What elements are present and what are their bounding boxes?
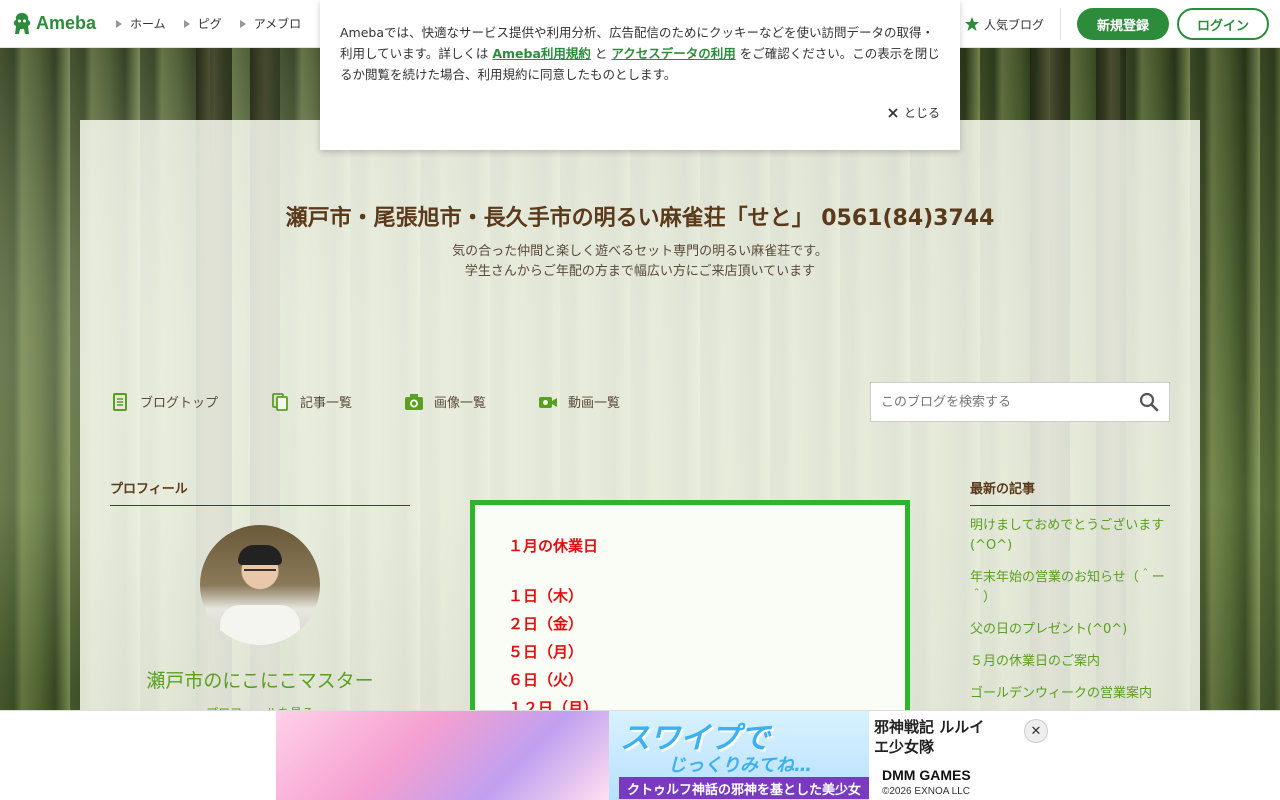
latest-articles-list: 明けましておめでとうございます(^O^) 年末年始の営業のお知らせ（＾ー＾） 父… (970, 516, 1170, 716)
profile-heading: プロフィール (110, 478, 410, 506)
header-actions: 人気ブログ 新規登録 ログイン (964, 0, 1280, 48)
article-list-label: 記事一覧 (300, 396, 353, 411)
latest-article-link[interactable]: 明けましておめでとうございます(^O^) (970, 516, 1170, 556)
nav-ameblo-label: アメブロ (253, 17, 302, 31)
ad-banner[interactable]: スワイプで じっくりみてね… クトゥルフ神話の邪神を基とした美少女 邪神戦記 ル… (276, 711, 1000, 800)
copy-document-icon (272, 392, 288, 411)
popular-blog-link[interactable]: 人気ブログ (964, 8, 1061, 40)
avatar-shirt (220, 605, 300, 645)
triangle-icon (116, 19, 123, 28)
ad-footer: スワイプで じっくりみてね… クトゥルフ神話の邪神を基とした美少女 邪神戦記 ル… (0, 710, 1280, 800)
video-list-label: 動画一覧 (568, 396, 621, 411)
nav-home-label: ホーム (130, 17, 166, 31)
ad-game-title: 邪神戦記 ルルイエ少女隊 (874, 718, 985, 756)
ad-copyright: ©2026 EXNOA LLC (882, 786, 970, 797)
avatar-hair (238, 545, 282, 565)
register-button[interactable]: 新規登録 (1077, 8, 1169, 40)
logo-text: Ameba (36, 13, 97, 33)
cookie-close-label: とじる (903, 106, 940, 120)
terms-link[interactable]: Ameba利用規約 (492, 46, 591, 61)
latest-article-link[interactable]: ５月の休業日のご案内 (970, 652, 1170, 672)
ameba-logo[interactable]: Ameba (12, 0, 96, 48)
popular-blog-label: 人気ブログ (983, 17, 1044, 32)
document-icon (113, 392, 127, 411)
blog-search-input[interactable] (871, 383, 1129, 421)
blog-description: 気の合った仲間と楽しく遊べるセット専門の明るい麻雀荘です。 学生さんからご年配の… (80, 242, 1200, 282)
blog-title[interactable]: 瀬戸市・尾張旭市・長久手市の明るい麻雀荘「せと」 0561(84)3744 (80, 200, 1200, 232)
ameba-logo-icon (13, 12, 31, 34)
nav-pigg[interactable]: ピグ (183, 15, 222, 32)
blog-content-panel: 瀬戸市・尾張旭市・長久手市の明るい麻雀荘「せと」 0561(84)3744 気の… (80, 120, 1200, 800)
blog-navigation: ブログトップ 記事一覧 画像一覧 動画一覧 (110, 392, 672, 411)
cookie-close-button[interactable]: とじる (888, 104, 940, 121)
profile-name[interactable]: 瀬戸市のにこにこマスター (110, 666, 410, 693)
search-button[interactable] (1129, 383, 1169, 421)
latest-article-link[interactable]: 年末年始の営業のお知らせ（＾ー＾） (970, 568, 1170, 608)
triangle-icon (239, 19, 246, 28)
closed-days-list: １日（木） ２日（金） ５日（月） ６日（火） １２日（月） (508, 587, 598, 727)
nav-ameblo[interactable]: アメブロ (239, 15, 302, 32)
video-camera-icon (539, 396, 558, 408)
blog-top-label: ブログトップ (140, 396, 219, 411)
star-icon (964, 17, 979, 31)
closed-day: ５日（月） (508, 643, 584, 661)
blog-description-line: 学生さんからご年配の方まで幅広い方にご来店頂いています (464, 264, 816, 279)
ad-tagline: クトゥルフ神話の邪神を基とした美少女 (619, 777, 869, 799)
latest-articles-heading: 最新の記事 (970, 478, 1170, 506)
triangle-icon (183, 19, 190, 28)
closed-day: ２日（金） (508, 615, 584, 633)
image-list-label: 画像一覧 (434, 396, 487, 411)
closed-day: １日（木） (508, 587, 584, 605)
blog-description-line: 気の合った仲間と楽しく遊べるセット専門の明るい麻雀荘です。 (452, 244, 828, 259)
profile-avatar[interactable] (200, 525, 320, 645)
article-heading: １月の休業日 (508, 537, 599, 555)
cookie-consent-popup: Amebaでは、快適なサービス提供や利用分析、広告配信のためにクッキーなどを使い… (320, 0, 960, 150)
latest-article-link[interactable]: ゴールデンウィークの営業案内 (970, 684, 1170, 704)
search-icon (1139, 392, 1159, 412)
close-icon (888, 107, 898, 118)
camera-icon (405, 393, 424, 410)
ad-subheadline: じっくりみてね… (668, 755, 812, 776)
ad-close-button[interactable]: ✕ (1024, 719, 1048, 743)
nav-pigg-label: ピグ (197, 17, 222, 31)
ad-character-illustration (276, 711, 609, 800)
latest-article-link[interactable]: 父の日のプレゼント(^0^) (970, 620, 1170, 640)
cookie-consent-text: Amebaでは、快適なサービス提供や利用分析、広告配信のためにクッキーなどを使い… (340, 22, 940, 85)
blog-search-box (870, 382, 1170, 422)
blog-top-link[interactable]: ブログトップ (110, 392, 218, 411)
login-button[interactable]: ログイン (1177, 8, 1269, 40)
cookie-text: と (590, 46, 612, 61)
access-data-link[interactable]: アクセスデータの利用 (611, 46, 735, 61)
nav-home[interactable]: ホーム (116, 15, 166, 32)
video-list-link[interactable]: 動画一覧 (538, 392, 620, 411)
ad-brand: DMM GAMES (882, 767, 971, 783)
closed-day: ６日（火） (508, 671, 584, 689)
image-list-link[interactable]: 画像一覧 (404, 392, 486, 411)
article-list-link[interactable]: 記事一覧 (270, 392, 352, 411)
avatar-glasses (244, 569, 276, 575)
